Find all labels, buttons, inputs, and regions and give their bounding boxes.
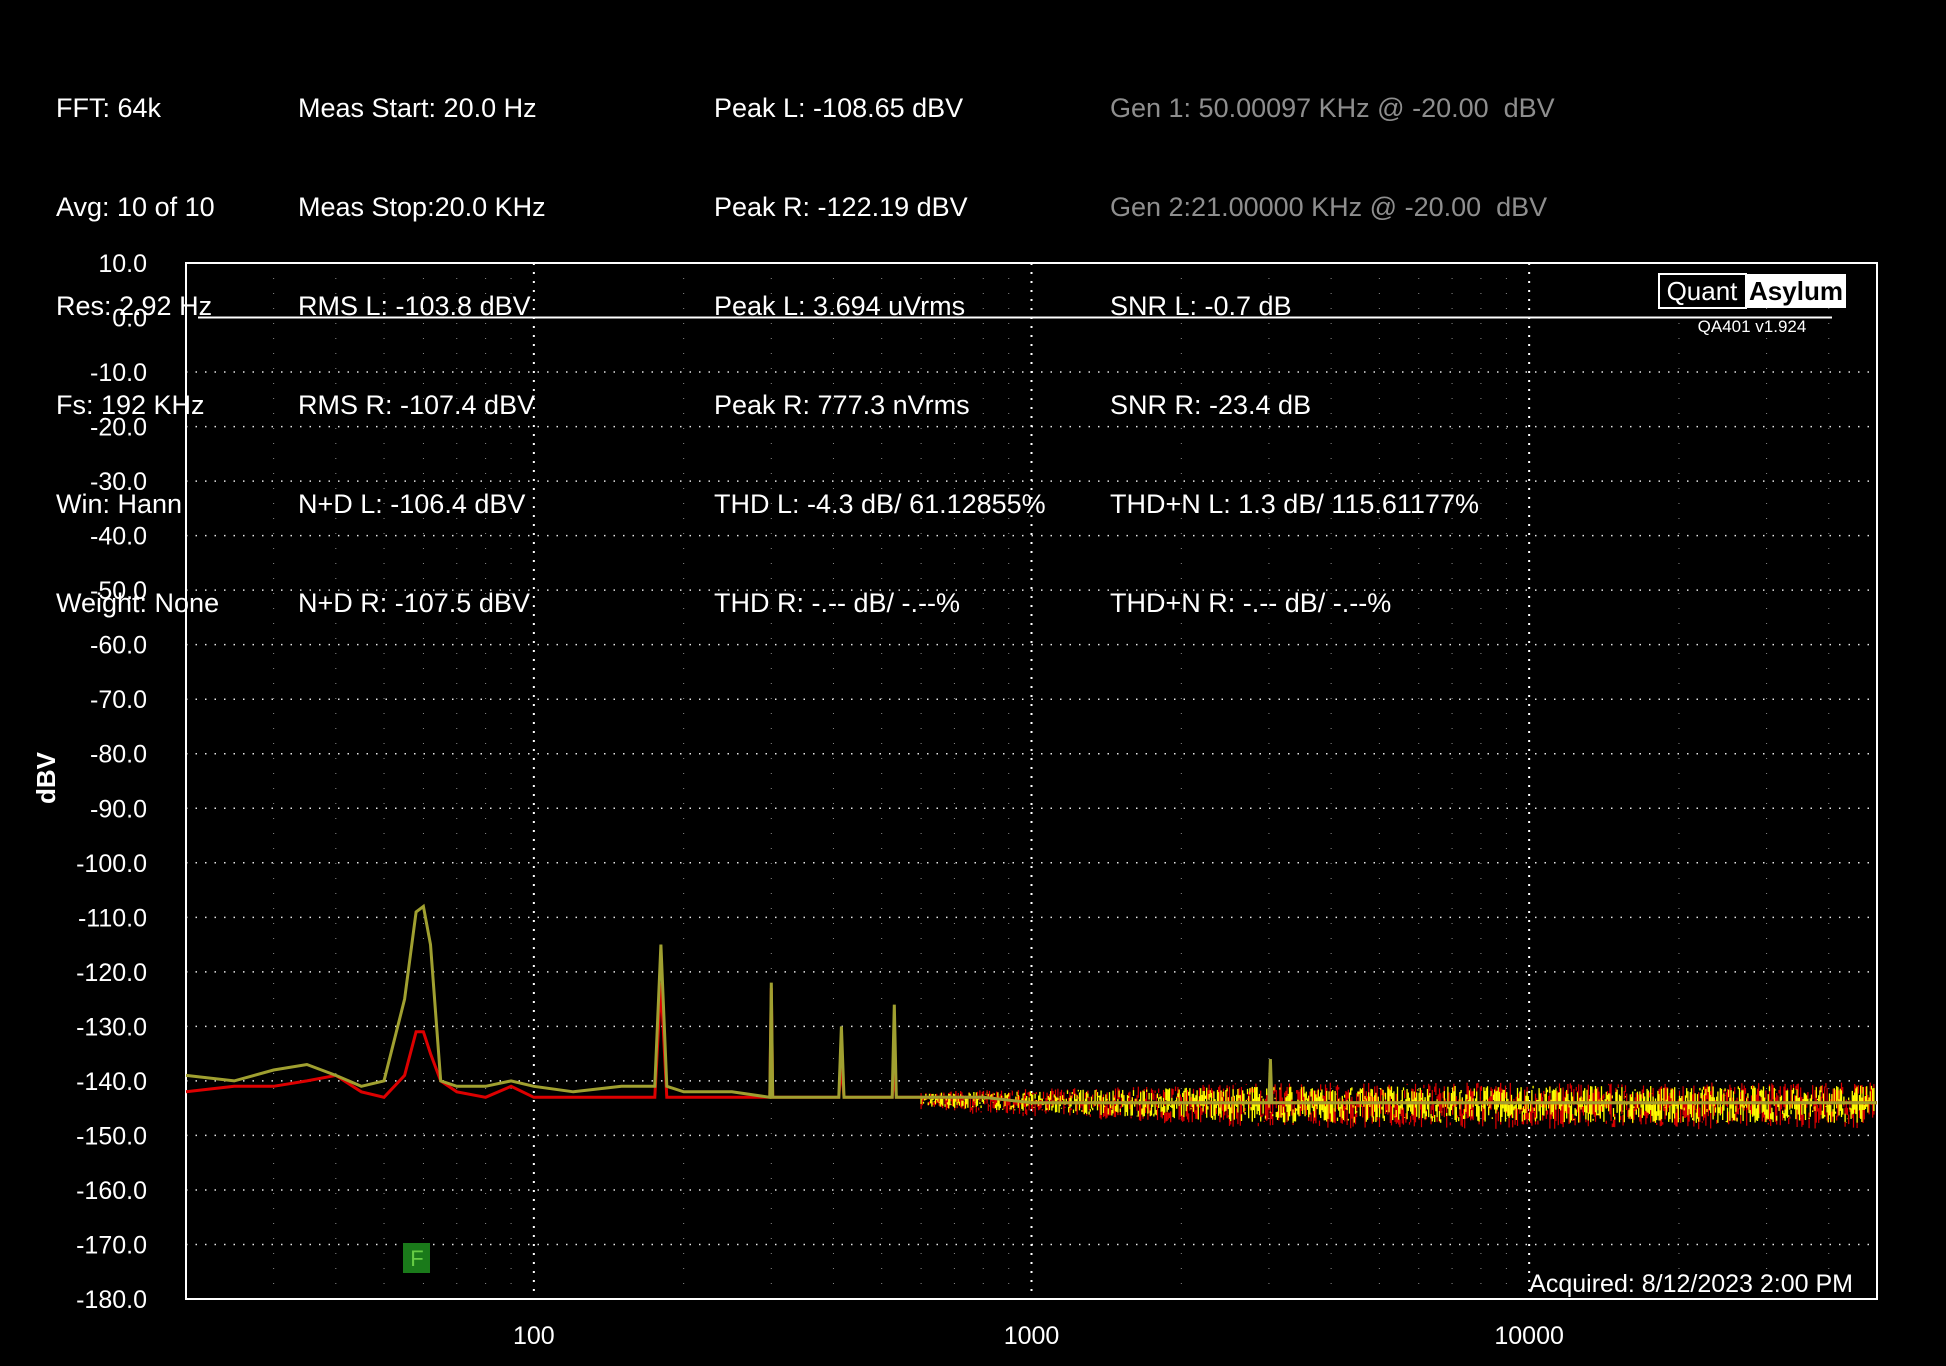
y-tick-label: -50.0 [90, 577, 147, 605]
noise-band [920, 1082, 1875, 1130]
y-tick-label: 0.0 [112, 305, 147, 333]
x-axis-ticks: 100 1000 10000 [513, 1322, 1564, 1350]
y-tick-label: -140.0 [76, 1068, 147, 1096]
marker-f[interactable]: F [403, 1243, 430, 1273]
y-tick-label: -130.0 [76, 1013, 147, 1041]
brand-version: QA401 v1.924 [1698, 317, 1807, 336]
y-tick-label: -160.0 [76, 1177, 147, 1205]
y-tick-label: -80.0 [90, 741, 147, 769]
y-tick-label: -150.0 [76, 1122, 147, 1150]
x-tick-label: 100 [513, 1322, 555, 1350]
y-tick-label: -180.0 [76, 1286, 147, 1314]
brand-logo: Quant Asylum QA401 v1.924 [1658, 273, 1846, 336]
y-tick-label: 10.0 [98, 250, 147, 278]
y-tick-label: -10.0 [90, 359, 147, 387]
y-tick-label: -120.0 [76, 959, 147, 987]
brand-part-1: Quant [1667, 276, 1739, 306]
y-axis-label: dBV [31, 751, 61, 804]
y-tick-label: -30.0 [90, 468, 147, 496]
y-tick-label: -60.0 [90, 632, 147, 660]
y-tick-label: -40.0 [90, 523, 147, 551]
brand-part-2: Asylum [1749, 276, 1843, 306]
x-tick-label: 10000 [1494, 1322, 1564, 1350]
y-tick-label: -20.0 [90, 414, 147, 442]
acquired-timestamp: Acquired: 8/12/2023 2:00 PM [1529, 1270, 1853, 1298]
y-tick-label: -70.0 [90, 686, 147, 714]
y-tick-label: -170.0 [76, 1231, 147, 1259]
y-tick-label: -90.0 [90, 795, 147, 823]
y-tick-label: -110.0 [78, 904, 147, 932]
y-tick-label: -100.0 [76, 850, 147, 878]
x-tick-label: 1000 [1004, 1322, 1060, 1350]
y-axis-ticks: 10.0 0.0 -10.0 -20.0 -30.0 -40.0 -50.0 -60.0 -70… [76, 250, 147, 1314]
plot-frame [185, 262, 1878, 1300]
spectrum-chart[interactable]: 10.0 0.0 -10.0 -20.0 -30.0 -40.0 -50.0 -60.0 -70… [0, 0, 1946, 1366]
grid [186, 263, 1877, 1299]
series-right-channel [185, 982, 1877, 1105]
marker-f-label: F [410, 1246, 423, 1271]
